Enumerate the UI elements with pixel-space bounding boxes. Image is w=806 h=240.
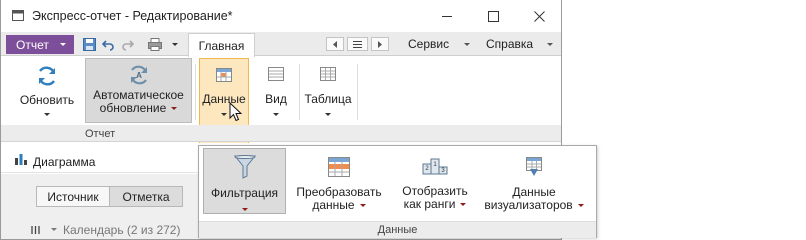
chevron-down-icon [44, 113, 50, 116]
menu-help[interactable]: Справка [486, 37, 533, 51]
show-as-ranks-button[interactable]: 1 2 3 Отобразить как ранги [395, 157, 475, 211]
undo-button[interactable] [100, 36, 116, 52]
close-button[interactable] [516, 0, 561, 32]
chevron-right-icon [378, 40, 382, 48]
refresh-label: Обновить [19, 93, 75, 107]
data-group-footer: Данные [199, 221, 596, 238]
chevron-down-icon [359, 204, 366, 207]
ribbon-scroll-left-button[interactable] [326, 37, 344, 51]
show-as-ranks-label-line2: как ранги [403, 197, 456, 211]
columns-icon [31, 225, 40, 234]
list-icon [353, 40, 362, 48]
transform-data-icon [328, 157, 350, 177]
chevron-down-icon [464, 43, 470, 46]
refresh-button[interactable]: Обновить [15, 64, 79, 116]
chevron-down-icon [51, 228, 57, 231]
view-icon [268, 67, 284, 81]
save-button[interactable] [81, 36, 97, 52]
view-label: Вид [265, 92, 287, 106]
chevron-down-icon [460, 203, 467, 206]
quick-access-customize-button[interactable] [167, 36, 183, 52]
ribbon-separator [357, 64, 358, 120]
report-menu-label: Отчет [16, 37, 49, 52]
calendar-dimension-label: Календарь (2 из 272) [63, 222, 181, 237]
close-icon [533, 10, 545, 22]
chevron-left-icon [333, 40, 337, 48]
report-menu-button[interactable]: Отчет [6, 35, 74, 54]
undo-icon [101, 39, 114, 51]
bar-chart-icon [15, 154, 27, 165]
redo-button[interactable] [119, 36, 135, 52]
ribbon-separator [299, 64, 300, 120]
table-icon [320, 67, 336, 81]
data-dropdown-panel: Фильтрация Преобразовать данные 1 2 3 От… [198, 145, 597, 238]
auto-refresh-label-line2: обновление [99, 101, 167, 115]
transform-data-button[interactable]: Преобразовать данные [290, 157, 388, 212]
visualizer-data-button[interactable]: Данные визуализаторов [481, 157, 587, 212]
tab-home[interactable]: Главная [188, 33, 255, 57]
chevron-down-icon [577, 204, 584, 207]
ribbon-separator [195, 64, 196, 120]
minimize-button[interactable] [424, 0, 470, 32]
auto-refresh-button[interactable]: A Автоматическое обновление [85, 58, 192, 123]
mouse-cursor-icon [229, 102, 242, 122]
filter-button[interactable]: Фильтрация [203, 148, 286, 214]
table-button[interactable]: Таблица [303, 67, 353, 116]
chevron-down-icon [241, 208, 248, 211]
chart-panel-title: Диаграмма [33, 155, 96, 169]
printer-icon [148, 37, 162, 51]
chevron-down-icon [60, 43, 66, 46]
chevron-down-icon [325, 113, 331, 116]
window-icon [12, 10, 24, 21]
source-segment[interactable]: Источник [36, 186, 110, 207]
print-button[interactable] [147, 36, 163, 52]
visualizer-data-icon [526, 157, 542, 176]
chevron-down-icon [172, 42, 178, 46]
table-label: Таблица [304, 92, 352, 106]
title-bar: Экспресс-отчет - Редактирование* [1, 0, 561, 32]
data-table-icon [216, 68, 232, 82]
menu-service[interactable]: Сервис [408, 37, 449, 51]
filter-funnel-icon [233, 155, 256, 179]
ribbon-list-button[interactable] [347, 37, 368, 51]
maximize-icon [487, 10, 499, 22]
filter-label: Фильтрация [210, 186, 279, 200]
auto-refresh-icon: A [130, 65, 147, 85]
data-group-label: Данные [377, 224, 418, 236]
chevron-down-icon [221, 113, 227, 116]
save-icon [82, 37, 96, 51]
redo-icon [121, 39, 134, 51]
view-button[interactable]: Вид [257, 67, 295, 116]
ribbon-scroll-right-button[interactable] [371, 37, 389, 51]
transform-data-label-line2: данные [312, 198, 355, 212]
minimize-icon [442, 16, 452, 17]
podium-icon: 1 2 3 [422, 158, 448, 175]
svg-text:A: A [136, 71, 142, 80]
app-root: Экспресс-отчет - Редактирование* Отчет Г… [0, 0, 806, 240]
chevron-down-icon [547, 43, 553, 46]
chevron-down-icon [171, 107, 178, 110]
visualizer-data-label-line2: визуализаторов [484, 198, 573, 212]
chevron-down-icon [273, 113, 279, 116]
window-title: Экспресс-отчет - Редактирование* [32, 9, 233, 23]
maximize-button[interactable] [470, 0, 516, 32]
ribbon-tab-row: Отчет Главная Сервис Справка [1, 32, 561, 57]
report-group-label: Отчет [85, 128, 116, 140]
refresh-icon [38, 66, 56, 86]
mark-segment[interactable]: Отметка [109, 186, 183, 207]
